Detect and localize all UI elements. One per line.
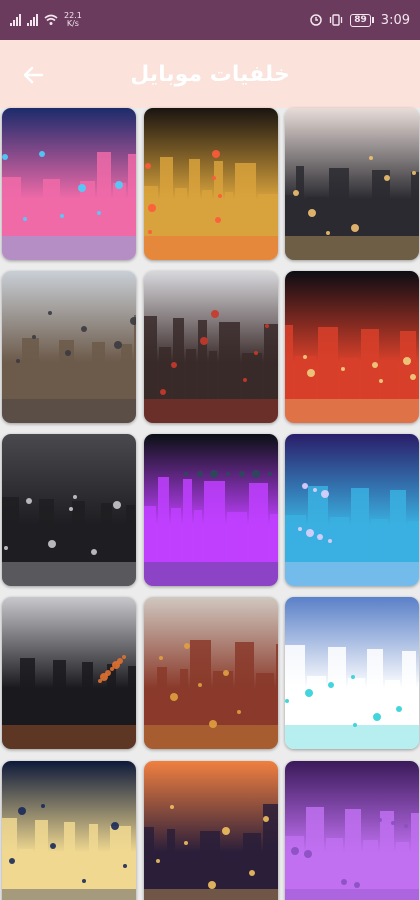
wallpaper-motorcycle-night: [144, 108, 278, 260]
vibrate-icon: [330, 14, 343, 26]
battery-level: 89: [354, 15, 367, 25]
wallpaper-burj-khalifa-dubai: [285, 597, 419, 749]
wallpaper-tile[interactable]: [285, 434, 419, 586]
wallpaper-tile[interactable]: [2, 761, 136, 900]
wallpaper-eiffel-tower-night: [2, 761, 136, 900]
wallpaper-tile[interactable]: [285, 761, 419, 900]
speed-unit: K/s: [66, 19, 79, 28]
page-title: خلفيات موبايل: [130, 61, 290, 87]
wallpaper-tile[interactable]: [285, 597, 419, 749]
wallpaper-marina-bay-sands: [285, 434, 419, 586]
wallpaper-tile[interactable]: [2, 597, 136, 749]
wallpaper-paris-street-eiffel: [2, 271, 136, 423]
wallpaper-bridge-road-sunset: [285, 108, 419, 260]
wallpaper-city-night-lights: [285, 271, 419, 423]
status-bar: 22.1 K/s 89 3:09: [0, 0, 420, 40]
wallpaper-tile[interactable]: [144, 761, 278, 900]
wallpaper-tile[interactable]: [285, 108, 419, 260]
wallpaper-railway-bridge-autumn: [144, 597, 278, 749]
wallpaper-tile[interactable]: [144, 271, 278, 423]
arrow-back-icon: [23, 66, 44, 84]
wallpaper-city-reflection: [144, 271, 278, 423]
wallpaper-tile[interactable]: [2, 271, 136, 423]
battery-icon: 89: [350, 13, 371, 27]
wallpaper-tile[interactable]: [2, 108, 136, 260]
wallpaper-tile[interactable]: [285, 271, 419, 423]
wallpaper-tile[interactable]: [144, 108, 278, 260]
network-speed: 22.1 K/s: [64, 12, 82, 28]
signal-icon: [10, 14, 21, 26]
wallpaper-neon-planet-space: [144, 434, 278, 586]
status-left: 22.1 K/s: [10, 12, 82, 28]
wallpaper-city-sunset-orange: [144, 761, 278, 900]
app-bar: خلفيات موبايل: [0, 40, 420, 108]
status-right: 89 3:09: [310, 13, 410, 28]
wifi-icon: [44, 14, 58, 25]
wallpaper-city-puddle-reflection: [2, 597, 136, 749]
alarm-icon: [310, 14, 323, 26]
battery-tip: [371, 17, 374, 23]
wallpaper-rainy-street-cloudy: [2, 434, 136, 586]
wallpaper-grid: [0, 106, 420, 900]
signal-icon-2: [27, 14, 38, 26]
back-button[interactable]: [16, 58, 50, 92]
wallpaper-purple-city-aerial: [285, 761, 419, 900]
wallpaper-tile[interactable]: [144, 597, 278, 749]
wallpaper-city-skyscrapers-neon: [2, 108, 136, 260]
wallpaper-tile[interactable]: [2, 434, 136, 586]
wallpaper-tile[interactable]: [144, 434, 278, 586]
clock: 3:09: [380, 12, 410, 28]
